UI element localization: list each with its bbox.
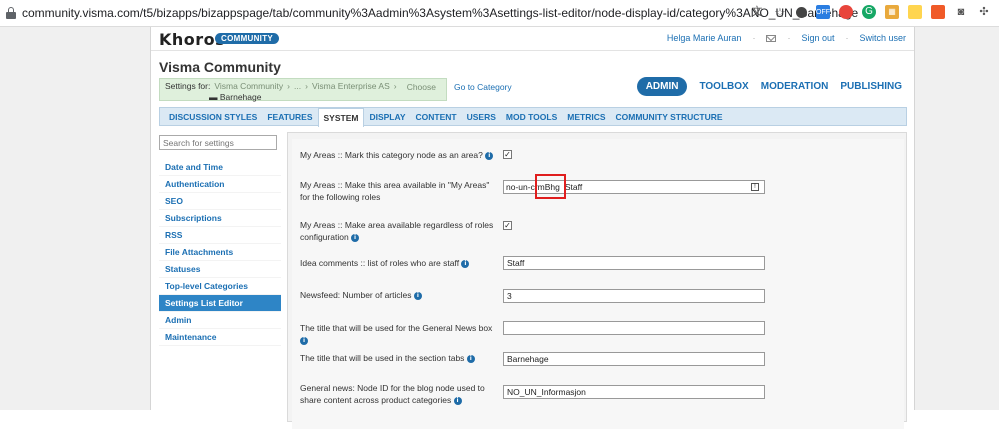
sidebar-item-file-attachments[interactable]: File Attachments	[159, 244, 281, 261]
settings-panel: My Areas :: Mark this category node as a…	[292, 139, 904, 429]
blog-node-id-input[interactable]: NO_UN_Informasjon	[503, 385, 765, 399]
settings-content: My Areas :: Mark this category node as a…	[287, 132, 907, 429]
extension-orange-icon[interactable]	[931, 5, 945, 19]
breadcrumb-ellipsis[interactable]: ...	[294, 81, 301, 91]
nav-moderation[interactable]: MODERATION	[761, 81, 829, 92]
role-typed-text[interactable]: Staff	[565, 182, 582, 192]
tab-content[interactable]: CONTENT	[411, 108, 462, 125]
translate-icon[interactable]: 文	[750, 5, 764, 19]
sidebar-item-settings-list-editor[interactable]: Settings List Editor	[159, 295, 281, 312]
setting-label: Newsfeed: Number of articles i	[300, 289, 498, 301]
setting-label: The title that will be used in the secti…	[300, 352, 498, 364]
info-icon[interactable]: i	[466, 354, 475, 363]
sidebar-item-admin[interactable]: Admin	[159, 312, 281, 329]
folder-icon: ▬	[209, 92, 218, 102]
user-links: Helga Marie Auran · · Sign out · Switch …	[667, 33, 906, 43]
sign-out-link[interactable]: Sign out	[801, 33, 834, 43]
separator: ·	[787, 33, 791, 43]
community-header: Khoros COMMUNITY Helga Marie Auran · · S…	[151, 27, 914, 51]
browser-address-bar[interactable]: community.visma.com/t5/bizapps/bizappspa…	[0, 0, 999, 27]
setting-label: Idea comments :: list of roles who are s…	[300, 257, 498, 269]
settings-sidebar: Date and Time Authentication SEO Subscri…	[159, 132, 281, 346]
admin-top-nav: ADMIN TOOLBOX MODERATION PUBLISHING	[636, 77, 902, 96]
regardless-roles-checkbox[interactable]: ✓	[503, 221, 512, 230]
browser-extension-icons: 文 ☆ OFF G ▦ ◙ ✣	[750, 5, 991, 19]
section-tab-title-input[interactable]: Barnehage	[503, 352, 765, 366]
sidebar-item-maintenance[interactable]: Maintenance	[159, 329, 281, 346]
url-text[interactable]: community.visma.com/t5/bizapps/bizappspa…	[22, 6, 858, 20]
sidebar-item-seo[interactable]: SEO	[159, 193, 281, 210]
tab-metrics[interactable]: METRICS	[562, 108, 610, 125]
info-icon[interactable]: i	[453, 397, 462, 406]
page-title: Visma Community	[159, 59, 281, 75]
extension-dark-icon[interactable]	[796, 6, 807, 18]
separator: ·	[752, 33, 756, 43]
input-helper-icon[interactable]: !	[751, 183, 759, 191]
tab-discussion-styles[interactable]: DISCUSSION STYLES	[164, 108, 262, 125]
puzzle-icon[interactable]: ✣	[977, 5, 991, 19]
tab-system[interactable]: SYSTEM	[317, 108, 365, 127]
tab-community-structure[interactable]: COMMUNITY STRUCTURE	[611, 108, 728, 125]
sidebar-item-subscriptions[interactable]: Subscriptions	[159, 210, 281, 227]
info-icon[interactable]: i	[300, 337, 308, 346]
chevron-right-icon: ›	[305, 81, 308, 91]
general-news-title-input[interactable]	[503, 321, 765, 335]
page-background: Khoros COMMUNITY Helga Marie Auran · · S…	[0, 27, 999, 429]
chevron-right-icon: ›	[287, 81, 291, 91]
lock-icon[interactable]	[6, 7, 16, 19]
red-highlight-box	[535, 174, 566, 199]
sidebar-item-top-level-categories[interactable]: Top-level Categories	[159, 278, 281, 295]
sidebar-item-statuses[interactable]: Statuses	[159, 261, 281, 278]
settings-for-label: Settings for:	[165, 81, 211, 91]
user-name-link[interactable]: Helga Marie Auran	[667, 33, 742, 43]
chevron-right-icon: ›	[393, 81, 397, 91]
current-node: Barnehage	[219, 92, 262, 102]
extension-red-icon[interactable]	[839, 5, 853, 19]
settings-search-input[interactable]	[159, 135, 277, 150]
info-icon[interactable]: i	[413, 291, 422, 300]
tab-features[interactable]: FEATURES	[262, 108, 317, 125]
info-icon[interactable]: i	[461, 259, 470, 268]
info-icon[interactable]: i	[485, 151, 494, 160]
sidebar-item-date-time[interactable]: Date and Time	[159, 159, 281, 176]
community-badge[interactable]: COMMUNITY	[215, 33, 280, 44]
settings-for-box: Settings for: Visma Community › ... › Vi…	[159, 78, 447, 102]
grammarly-icon[interactable]: G	[862, 5, 876, 19]
tab-users[interactable]: USERS	[462, 108, 501, 125]
separator: ·	[845, 33, 849, 43]
switch-user-link[interactable]: Switch user	[859, 33, 906, 43]
setting-label: The title that will be used for the Gene…	[300, 323, 493, 346]
setting-label: My Areas :: Make area available regardle…	[300, 220, 494, 243]
tab-mod-tools[interactable]: MOD TOOLS	[501, 108, 562, 125]
setting-label: General news: Node ID for the blog node …	[300, 383, 485, 406]
tab-display[interactable]: DISPLAY	[364, 108, 410, 125]
choose-button[interactable]: Choose	[407, 82, 436, 92]
breadcrumb-community[interactable]: Visma Community	[214, 81, 283, 91]
admin-frame: Khoros COMMUNITY Helga Marie Auran · · S…	[150, 27, 915, 429]
nav-publishing[interactable]: PUBLISHING	[840, 81, 902, 92]
sidebar-item-authentication[interactable]: Authentication	[159, 176, 281, 193]
breadcrumb-enterprise[interactable]: Visma Enterprise AS	[312, 81, 390, 91]
extension-off-icon[interactable]: OFF	[816, 5, 830, 19]
area-checkbox[interactable]: ✓	[503, 150, 512, 159]
go-to-category-link[interactable]: Go to Category	[454, 82, 512, 92]
folder-icon[interactable]	[908, 5, 922, 19]
setting-label: My Areas :: Mark this category node as a…	[300, 149, 498, 161]
mail-icon[interactable]	[766, 34, 777, 42]
extension-badge-icon[interactable]: ▦	[885, 5, 899, 19]
star-icon[interactable]: ☆	[773, 5, 787, 19]
nav-admin[interactable]: ADMIN	[636, 77, 688, 96]
admin-tab-bar: DISCUSSION STYLES FEATURES SYSTEM DISPLA…	[159, 107, 907, 127]
setting-label: My Areas :: Make this area available in …	[300, 180, 490, 203]
newsfeed-articles-input[interactable]: 3	[503, 289, 765, 303]
info-icon[interactable]: i	[351, 234, 360, 243]
sidebar-item-rss[interactable]: RSS	[159, 227, 281, 244]
camera-icon[interactable]: ◙	[954, 5, 968, 19]
nav-toolbox[interactable]: TOOLBOX	[699, 81, 748, 92]
staff-roles-input[interactable]: Staff	[503, 256, 765, 270]
